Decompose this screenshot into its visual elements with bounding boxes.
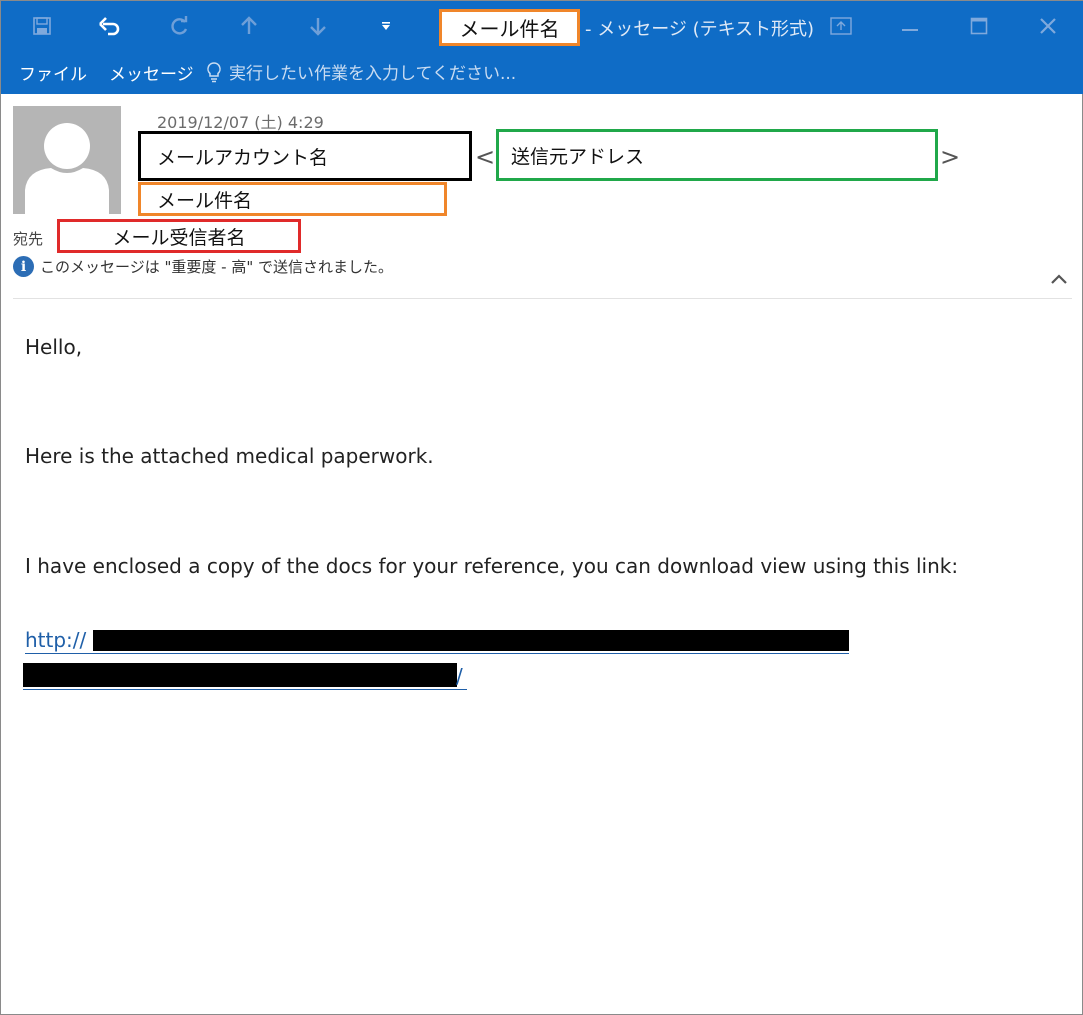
link-underline-2 [23,689,467,690]
importance-note: このメッセージは "重要度 - 高" で送信されました。 [40,258,393,276]
tab-file[interactable]: ファイル [19,60,87,85]
collapse-header-icon[interactable] [1047,269,1071,289]
sender-account-name[interactable]: メールアカウント名 [138,131,472,181]
tell-me-placeholder[interactable]: 実行したい作業を入力してください... [229,59,516,84]
message-window: メール件名 - メッセージ (テキスト形式) ファイル メッセージ 実行したい作… [0,0,1083,1015]
restore-ribbon-icon[interactable] [825,10,857,42]
title-subject: メール件名 [439,9,580,46]
customize-dropdown-icon[interactable] [371,11,401,41]
title-suffix: - メッセージ (テキスト形式) [585,19,815,40]
redacted-link-part-1 [93,630,849,651]
recipient-name[interactable]: メール受信者名 [57,219,301,253]
to-label: 宛先 [13,230,44,248]
link-underline-1 [25,653,849,654]
tell-me-search[interactable]: 実行したい作業を入力してください... [205,59,516,84]
sender-avatar [13,106,121,214]
download-link-suffix[interactable]: / [456,664,463,688]
redo-icon[interactable] [164,11,194,41]
info-icon: i [13,256,34,277]
save-icon[interactable] [27,11,57,41]
undo-icon[interactable] [95,11,125,41]
bracket-open: < [475,143,496,171]
tab-message[interactable]: メッセージ [109,60,194,85]
sender-address[interactable]: 送信元アドレス [496,129,938,181]
bracket-close: > [940,143,961,171]
minimize-icon[interactable] [894,10,926,42]
down-arrow-icon[interactable] [303,11,333,41]
up-arrow-icon[interactable] [234,11,264,41]
download-link-prefix[interactable]: http:// [25,628,86,652]
ribbon: ファイル メッセージ 実行したい作業を入力してください... [1,51,1083,94]
sent-date: 2019/12/07 (土) 4:29 [157,113,324,132]
title-bar: メール件名 - メッセージ (テキスト形式) [1,1,1083,51]
body-paragraph-2: I have enclosed a copy of the docs for y… [25,554,959,578]
lightbulb-icon [207,61,221,82]
mail-subject: メール件名 [138,182,447,216]
redacted-link-part-2 [23,663,457,687]
importance-info: i このメッセージは "重要度 - 高" で送信されました。 [13,256,393,277]
body-paragraph-1: Here is the attached medical paperwork. [25,444,434,468]
header-divider [13,298,1072,299]
close-icon[interactable] [1032,10,1064,42]
maximize-icon[interactable] [963,10,995,42]
body-greeting: Hello, [25,335,83,359]
